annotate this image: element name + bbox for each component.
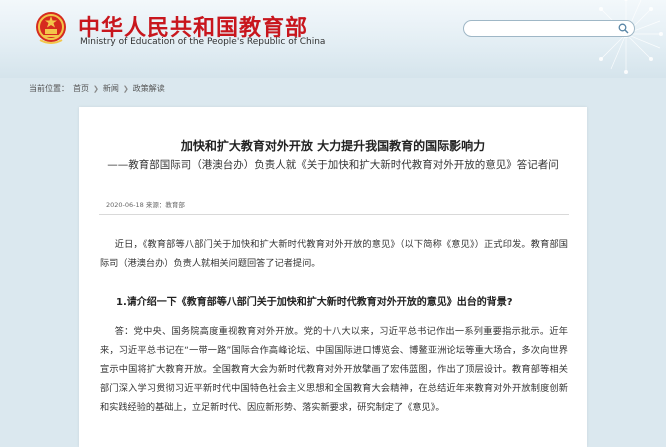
divider bbox=[99, 214, 569, 215]
breadcrumb-separator-icon: ❯ bbox=[93, 84, 99, 93]
site-subtitle: Ministry of Education of the People's Re… bbox=[80, 37, 326, 47]
article-paragraph: 答：党中央、国务院高度重视教育对外开放。党的十八大以来，习近平总书记作出一系列重… bbox=[100, 326, 568, 413]
search-icon[interactable] bbox=[618, 23, 629, 34]
breadcrumb-label: 当前位置： bbox=[29, 84, 69, 93]
article-paragraph: 近日，《教育部等八部门关于加快和扩大新时代教育对外开放的意见》（以下简称《意见》… bbox=[100, 239, 568, 269]
article-meta: 2020-06-18 来源：教育部 bbox=[106, 201, 185, 209]
breadcrumb: 当前位置： 首页 ❯ 新闻 ❯ 政策解读 bbox=[29, 83, 165, 94]
site-header: 中华人民共和国教育部 Ministry of Education of the … bbox=[0, 0, 666, 78]
breadcrumb-home[interactable]: 首页 bbox=[73, 83, 89, 94]
article-question: 1.请介绍一下《教育部等八部门关于加快和扩大新时代教育对外开放的意见》出台的背景… bbox=[116, 297, 513, 308]
article-panel: 加快和扩大教育对外开放 大力提升我国教育的国际影响力 ——教育部国际司（港澳台办… bbox=[79, 107, 587, 447]
article-subtitle: ——教育部国际司（港澳台办）负责人就《关于加快和扩大新时代教育对外开放的意见》答… bbox=[107, 159, 559, 171]
breadcrumb-separator-icon: ❯ bbox=[122, 84, 129, 93]
search-box[interactable] bbox=[463, 20, 635, 40]
search-input[interactable] bbox=[472, 26, 612, 40]
breadcrumb-policy[interactable]: 政策解读 bbox=[133, 83, 165, 94]
breadcrumb-news[interactable]: 新闻 bbox=[103, 83, 119, 94]
article-title: 加快和扩大教育对外开放 大力提升我国教育的国际影响力 bbox=[180, 139, 486, 153]
national-emblem-icon bbox=[36, 12, 66, 44]
